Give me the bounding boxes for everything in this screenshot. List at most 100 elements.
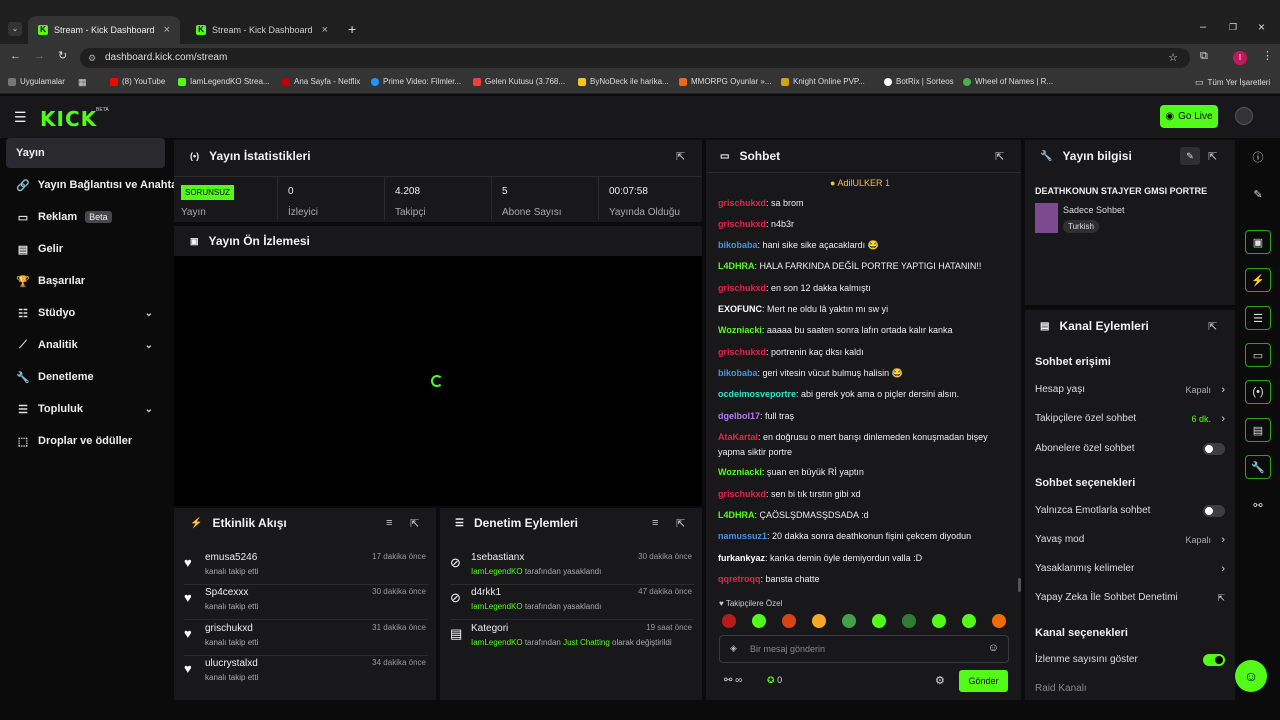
bookmark-botrix[interactable]: BotRix | Sorteos [884,77,954,86]
chat-username[interactable]: L4DHRA [718,510,755,520]
menu-dots-icon[interactable]: ⋮ [1262,49,1273,62]
slow-mode-row[interactable]: Yavaş mod Kapalı › [1035,531,1225,549]
emote-icon[interactable] [812,614,826,628]
chat-username[interactable]: grischukxd [718,489,766,499]
popout-icon[interactable]: ⇱ [995,150,1004,163]
bookmark-mmorpg[interactable]: MMORPG Oyunlar »... [679,77,771,86]
emoji-icon[interactable]: ☺ [988,642,999,654]
list-widget-icon[interactable]: ☰ [1245,306,1271,330]
emote-icon[interactable] [722,614,736,628]
emote-icon[interactable] [872,614,886,628]
close-window-icon[interactable]: × [1258,20,1265,34]
more-widget-icon[interactable]: ⚯ [1245,493,1271,517]
close-tab-icon[interactable]: × [322,24,328,36]
sidebar-item-achievements[interactable]: 🏆 Başarılar [6,266,165,296]
wrench-widget-icon[interactable]: 🔧 [1245,455,1271,479]
gear-icon[interactable]: ⚙ [935,674,945,687]
sidebar-item-yayin[interactable]: Yayın [6,138,165,168]
chat-widget-icon[interactable]: ▭ [1245,343,1271,367]
send-button[interactable]: Gönder [959,670,1008,692]
bookmark-prime[interactable]: Prime Video: Filmler... [371,77,461,86]
reload-icon[interactable]: ↻ [58,49,67,62]
preview-widget-icon[interactable]: ▣ [1245,230,1271,254]
extensions-icon[interactable]: ⧉ [1200,50,1208,63]
info-icon[interactable]: ⓘ [1245,145,1271,169]
chat-username[interactable]: Wozniacki [718,467,762,477]
back-icon[interactable]: ← [10,50,21,62]
bookmark-grid[interactable]: ▦ [78,77,87,88]
subs-chat-row[interactable]: Abonelere özel sohbet [1035,440,1225,458]
emote-icon[interactable] [992,614,1006,628]
emote-icon[interactable] [752,614,766,628]
stream-widget-icon[interactable]: (•) [1245,380,1271,404]
bookmark-gmail[interactable]: Gelen Kutusu (3.768... [473,77,565,86]
sidebar-item-stream-key[interactable]: 🔗 Yayın Bağlantısı ve Anahtar [6,170,182,200]
emote-icon[interactable] [932,614,946,628]
pinned-user[interactable]: ● AdilULKER 1 [830,178,890,188]
restore-icon[interactable]: ❐ [1229,22,1237,33]
profile-avatar[interactable]: I [1233,51,1247,65]
bookmark-knight[interactable]: Knight Online PVP... [781,77,865,86]
raid-row[interactable]: Raid Kanalı [1035,680,1225,698]
chat-username[interactable]: grischukxd [718,219,766,229]
tab-list-icon[interactable]: ⌄ [8,22,22,36]
edit-icon[interactable]: ✎ [1180,147,1200,165]
chat-username[interactable]: EXOFUNC [718,304,762,314]
emote-icon[interactable] [842,614,856,628]
go-live-button[interactable]: ◉ Go Live [1160,105,1218,128]
browser-tab-active[interactable]: K Stream - Kick Dashboard × [28,16,180,44]
chat-username[interactable]: dgelbol17 [718,411,760,421]
edit-icon[interactable]: ✎ [1245,182,1271,206]
popout-icon[interactable]: ⇱ [676,517,685,530]
link-count[interactable]: ⚯ ∞ [724,675,742,686]
ai-moderation-row[interactable]: Yapay Zeka İle Sohbet Denetimi ⇱ [1035,589,1225,607]
bookmark-youtube[interactable]: (8) YouTube [110,77,165,86]
sidebar-item-community[interactable]: ☰ Topluluk ⌄ [6,394,165,424]
emote-only-toggle[interactable] [1203,505,1225,517]
user-avatar[interactable] [1235,107,1253,125]
show-viewers-row[interactable]: İzlenme sayısını göster [1035,651,1225,669]
chat-username[interactable]: ocdeimosveportre [718,389,796,399]
chat-username[interactable]: L4DHRA [718,261,755,271]
chat-scrollbar[interactable] [1018,578,1021,592]
chat-username[interactable]: qqretroqq [718,574,761,584]
chat-username[interactable]: grischukxd [718,347,766,357]
banned-words-row[interactable]: Yasaklanmış kelimeler › [1035,560,1225,578]
emote-icon[interactable] [902,614,916,628]
kick-logo[interactable]: KICK [40,107,97,131]
bookmark-star-icon[interactable]: ☆ [1168,48,1178,68]
chat-username[interactable]: bikobaba [718,368,758,378]
chat-input[interactable]: ◈ Bir mesaj gönderin ☺ [719,635,1009,663]
sidebar-item-moderation[interactable]: 🔧 Denetleme [6,362,165,392]
bookmark-apps[interactable]: Uygulamalar [8,77,65,86]
support-chat-icon[interactable]: ☺ [1235,660,1267,692]
bookmark-netflix[interactable]: Ana Sayfa - Netflix [282,77,360,86]
forward-icon[interactable]: → [34,50,45,62]
sidebar-item-analytics[interactable]: ⟋ Analitik ⌄ [6,330,165,360]
bookmark-wheel[interactable]: Wheel of Names | R... [963,77,1053,86]
chat-username[interactable]: bikobaba [718,240,758,250]
chat-username[interactable]: grischukxd [718,283,766,293]
popout-icon[interactable]: ⇱ [1208,150,1217,163]
points-count[interactable]: ✪ 0 [767,675,782,686]
filter-icon[interactable]: ≡ [386,517,392,529]
minimize-icon[interactable]: – [1200,21,1206,33]
popout-icon[interactable]: ⇱ [410,517,419,530]
emote-icon[interactable] [782,614,796,628]
popout-icon[interactable]: ⇱ [676,150,685,163]
show-viewers-toggle[interactable] [1203,654,1225,666]
chat-username[interactable]: furkankyaz [718,553,765,563]
followers-chat-row[interactable]: Takipçilere özel sohbet 6 dk. › [1035,410,1225,428]
popout-icon[interactable]: ⇱ [1208,320,1217,333]
close-tab-icon[interactable]: × [164,24,170,36]
bookmark-kick[interactable]: IamLegendKO Strea... [178,77,270,86]
chat-username[interactable]: AtaKartal [718,432,758,442]
bookmark-all[interactable]: ▭ Tüm Yer İşaretleri [1195,77,1270,88]
url-input[interactable]: ⚙ dashboard.kick.com/stream ☆ [80,48,1190,68]
browser-tab[interactable]: K Stream - Kick Dashboard × [186,16,338,44]
sidebar-item-studio[interactable]: ☷ Stüdyo ⌄ [6,298,165,328]
bolt-widget-icon[interactable]: ⚡ [1245,268,1271,292]
filter-icon[interactable]: ≡ [652,517,658,529]
hamburger-icon[interactable]: ☰ [14,109,27,126]
sidebar-item-drops[interactable]: ⬚ Droplar ve ödüller [6,426,165,456]
